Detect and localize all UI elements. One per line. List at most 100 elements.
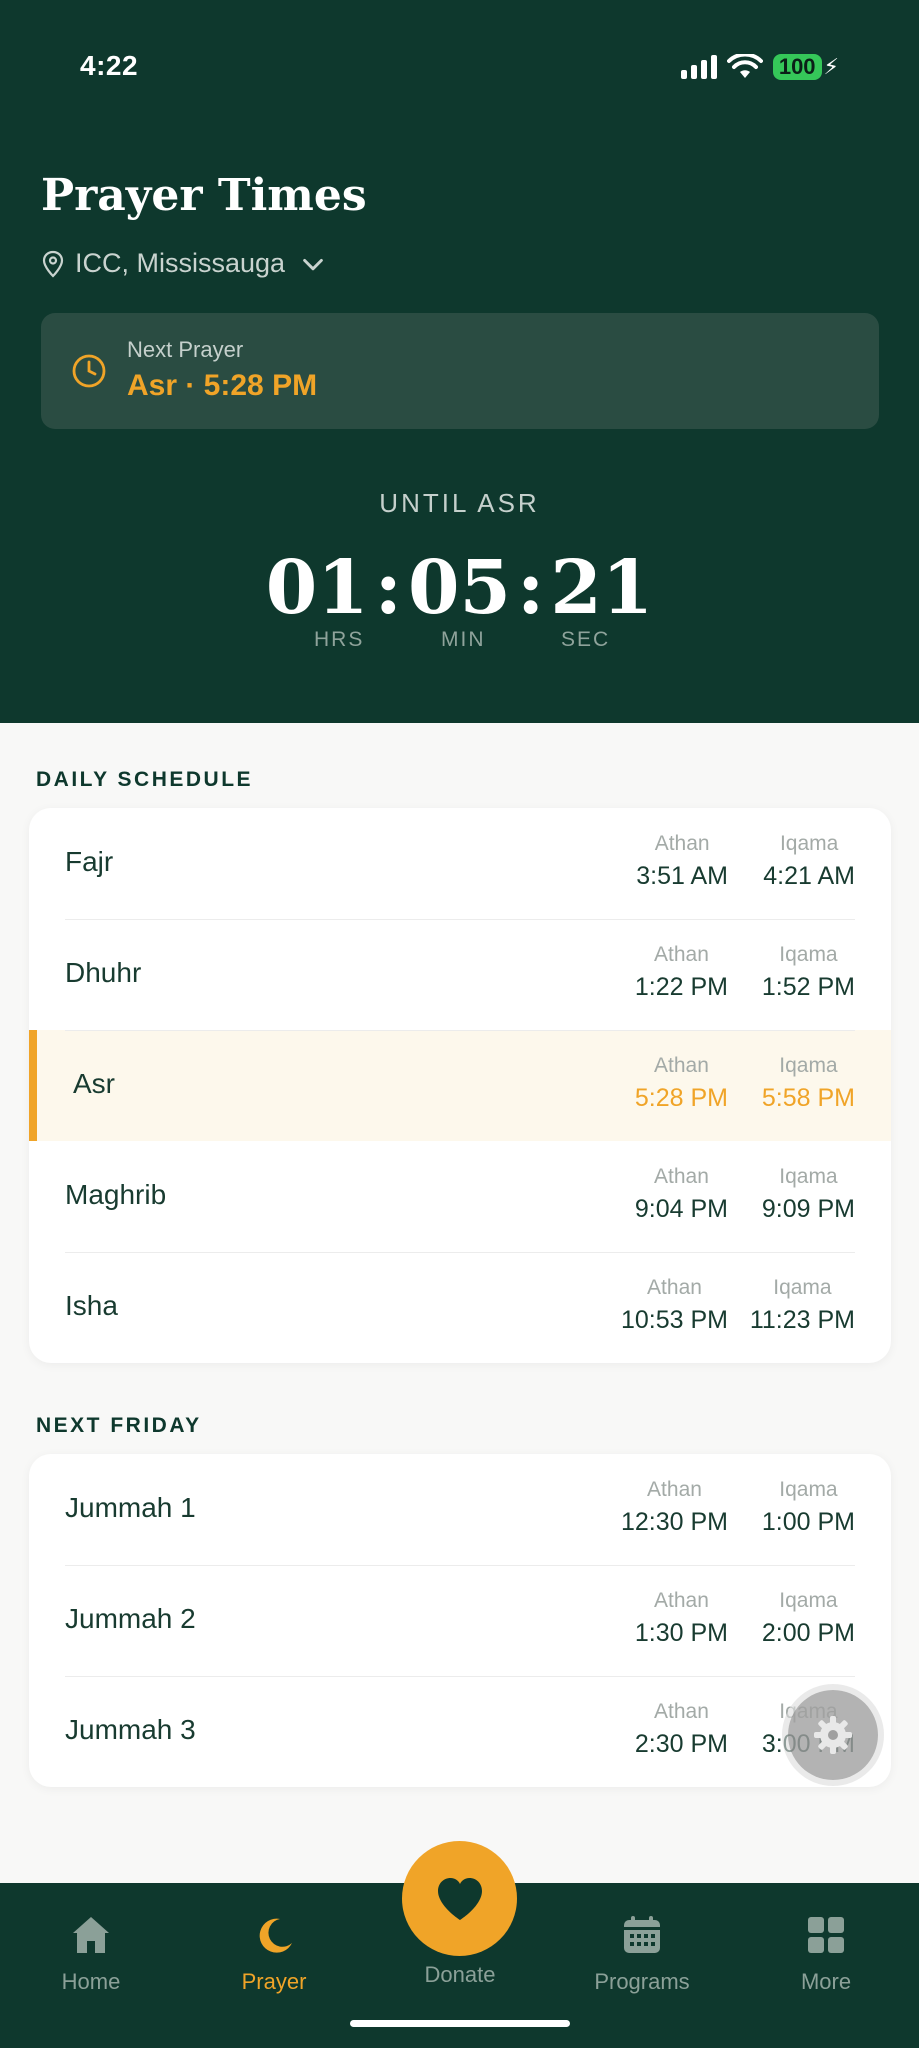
minutes-unit: MIN [441, 628, 486, 651]
status-time: 4:22 [80, 50, 139, 81]
iqama-column: Iqama 4:21 AM [763, 832, 855, 891]
crescent-moon-icon [259, 1918, 292, 1953]
iqama-time: 4:21 AM [763, 862, 855, 890]
prayer-row-isha: Isha Athan 10:53 PM Iqama 11:23 PM [29, 1252, 891, 1363]
iqama-column: Iqama 1:52 PM [762, 943, 855, 1002]
iqama-label: Iqama [779, 943, 838, 966]
iqama-time: 9:09 PM [761, 1195, 855, 1223]
settings-fab[interactable] [788, 1690, 878, 1780]
grid-icon [808, 1917, 844, 1953]
countdown-minutes: 05 [408, 545, 511, 631]
countdown-seconds: 21 [550, 545, 654, 631]
iqama-label: Iqama [779, 832, 839, 855]
prayer-row-maghrib: Maghrib Athan 9:04 PM Iqama 9:09 PM [29, 1141, 891, 1252]
hours-unit: HRS [314, 628, 365, 651]
clock-icon [72, 354, 106, 388]
prayer-name: Asr [73, 1068, 115, 1099]
athan-time: 10:53 PM [620, 1306, 728, 1334]
athan-column: Athan 9:04 PM [635, 1165, 728, 1224]
home-icon [73, 1917, 109, 1953]
athan-column: Athan 1:30 PM [635, 1589, 728, 1648]
heart-icon [437, 1877, 482, 1920]
header: 4:22 100 ⚡ Prayer Times ICC, Mississauga [0, 0, 919, 723]
charging-icon: ⚡ [823, 54, 839, 79]
gear-icon [814, 1716, 852, 1754]
next-prayer-value: Asr · 5:28 PM [127, 369, 318, 402]
iqama-column: Iqama 5:58 PM [762, 1054, 855, 1113]
athan-time: 3:51 AM [636, 862, 728, 890]
prayer-row-asr: Asr Athan 5:28 PM Iqama 5:58 PM [29, 1030, 891, 1141]
next-friday-title: NEXT FRIDAY [36, 1414, 202, 1437]
iqama-time: 1:52 PM [761, 973, 855, 1001]
athan-label: Athan [654, 1700, 709, 1723]
prayer-name: Maghrib [65, 1179, 167, 1210]
tab-programs-label: Programs [594, 1969, 690, 1994]
daily-schedule-card: Fajr Athan 3:51 AM Iqama 4:21 AM Dhuhr A… [29, 808, 891, 1363]
iqama-time: 1:00 PM [761, 1508, 855, 1536]
jummah-name: Jummah 1 [65, 1492, 196, 1523]
next-friday-card: Jummah 1 Athan 12:30 PM Iqama 1:00 PM Ju… [29, 1454, 891, 1787]
jummah-row-2: Jummah 2 Athan 1:30 PM Iqama 2:00 PM [29, 1565, 891, 1676]
until-label: UNTIL ASR [379, 488, 540, 518]
iqama-label: Iqama [779, 1165, 838, 1188]
page-title: Prayer Times [41, 170, 367, 221]
athan-label: Athan [654, 1589, 709, 1612]
iqama-label: Iqama [773, 1276, 832, 1299]
iqama-label: Iqama [779, 1478, 838, 1501]
athan-column: Athan 10:53 PM [621, 1276, 728, 1335]
iqama-column: Iqama 11:23 PM [750, 1276, 855, 1335]
athan-time: 1:30 PM [634, 1619, 728, 1647]
next-prayer-label: Next Prayer [127, 337, 244, 362]
daily-schedule-title: DAILY SCHEDULE [36, 768, 254, 791]
athan-time: 9:04 PM [634, 1195, 728, 1223]
iqama-label: Iqama [779, 1054, 838, 1077]
tab-programs[interactable]: Programs [562, 1913, 722, 1995]
status-icons: 100 ⚡ [680, 54, 839, 80]
wifi-icon [726, 54, 763, 78]
prayer-row-fajr: Fajr Athan 3:51 AM Iqama 4:21 AM [29, 808, 891, 919]
athan-time: 5:28 PM [634, 1084, 728, 1112]
prayer-row-dhuhr: Dhuhr Athan 1:22 PM Iqama 1:52 PM [29, 919, 891, 1030]
athan-column: Athan 2:30 PM [635, 1700, 728, 1759]
iqama-time: 11:23 PM [749, 1306, 855, 1334]
next-prayer-card: Next Prayer Asr · 5:28 PM [41, 313, 879, 429]
iqama-label: Iqama [779, 1589, 838, 1612]
prayer-name: Dhuhr [65, 957, 142, 988]
tab-home[interactable]: Home [11, 1913, 171, 1995]
battery-icon: 100 ⚡ [772, 54, 839, 80]
chevron-down-icon [303, 258, 323, 270]
athan-time: 12:30 PM [620, 1508, 728, 1536]
prayer-name: Fajr [65, 846, 114, 877]
countdown-separator: : [516, 545, 545, 631]
location-selector[interactable]: ICC, Mississauga [41, 248, 325, 279]
status-bar: 4:22 100 ⚡ [0, 0, 919, 130]
jummah-row-1: Jummah 1 Athan 12:30 PM Iqama 1:00 PM [29, 1454, 891, 1565]
iqama-time: 5:58 PM [761, 1084, 855, 1112]
athan-column: Athan 1:22 PM [635, 943, 728, 1002]
athan-time: 2:30 PM [634, 1730, 728, 1758]
countdown-hours: 01 [265, 545, 369, 631]
seconds-unit: SEC [561, 628, 611, 651]
countdown-timer: 01 : 05 : 21 [0, 548, 919, 628]
prayer-name: Isha [65, 1290, 118, 1321]
countdown-separator: : [374, 545, 402, 631]
tab-home-label: Home [61, 1969, 121, 1994]
jummah-name: Jummah 2 [65, 1603, 196, 1634]
tab-more[interactable]: More [746, 1913, 906, 1995]
athan-label: Athan [654, 1165, 709, 1188]
jummah-name: Jummah 3 [65, 1714, 196, 1745]
iqama-column: Iqama 2:00 PM [762, 1589, 855, 1648]
home-indicator [350, 2020, 570, 2027]
location-label: ICC, Mississauga [75, 248, 286, 278]
donate-button[interactable] [402, 1841, 517, 1956]
signal-icon [680, 55, 717, 79]
athan-label: Athan [647, 1276, 702, 1299]
athan-column: Athan 5:28 PM [635, 1054, 728, 1113]
tab-donate-label[interactable]: Donate [380, 1962, 540, 1988]
tab-prayer-label: Prayer [241, 1969, 307, 1994]
location-pin-icon [42, 250, 64, 278]
tab-prayer[interactable]: Prayer [194, 1913, 354, 1995]
athan-column: Athan 12:30 PM [621, 1478, 728, 1537]
tab-more-label: More [800, 1969, 852, 1994]
iqama-time: 2:00 PM [761, 1619, 855, 1647]
